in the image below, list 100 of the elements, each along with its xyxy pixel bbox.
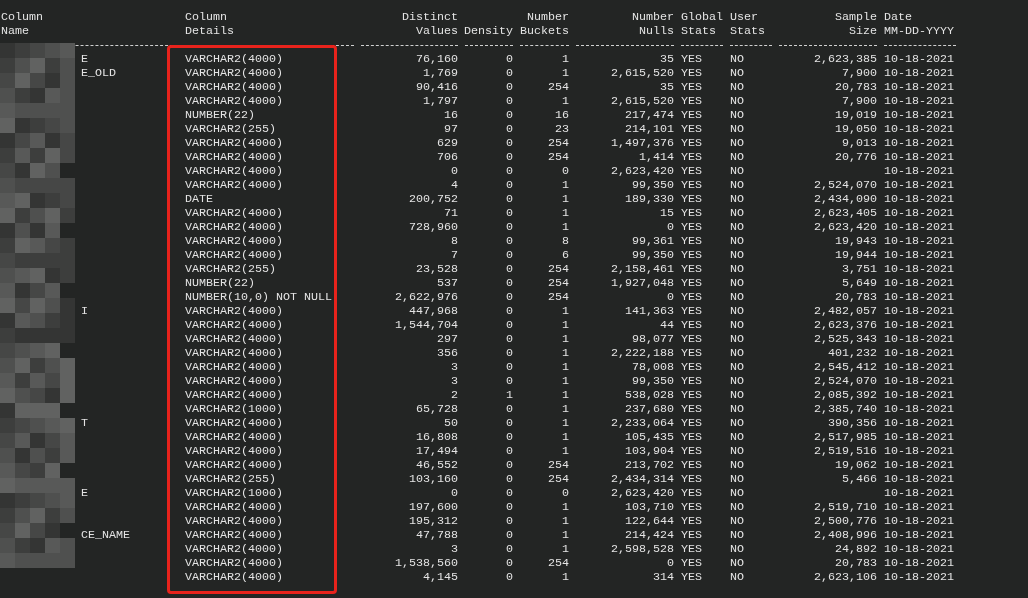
table-cell: 0: [506, 318, 513, 332]
table-cell: 10-18-2021: [884, 430, 954, 444]
table-cell: 10-18-2021: [884, 262, 954, 276]
table-cell: 10-18-2021: [884, 220, 954, 234]
table-cell: 1: [562, 542, 569, 556]
column-header: Number Buckets: [520, 10, 569, 38]
table-cell: 0: [506, 248, 513, 262]
table-cell: 1: [562, 416, 569, 430]
table-cell: 538,028: [625, 388, 674, 402]
table-cell: VARCHAR2(4000): [185, 388, 283, 402]
table-cell: 0: [451, 486, 458, 500]
table-cell: NO: [730, 360, 744, 374]
table-cell: 35: [660, 80, 674, 94]
table-cell: 0: [506, 500, 513, 514]
table-cell: YES: [681, 528, 702, 542]
table-cell: 50: [444, 416, 458, 430]
table-cell: VARCHAR2(4000): [185, 416, 283, 430]
table-cell: NUMBER(22): [185, 276, 255, 290]
table-cell: 2,525,343: [814, 332, 877, 346]
table-cell: YES: [681, 276, 702, 290]
table-cell: 2,622,976: [395, 290, 458, 304]
table-cell: 10-18-2021: [884, 472, 954, 486]
table-cell: 10-18-2021: [884, 374, 954, 388]
table-cell: 10-18-2021: [884, 402, 954, 416]
table-cell: 254: [548, 472, 569, 486]
table-cell: VARCHAR2(4000): [185, 234, 283, 248]
table-cell: 728,960: [409, 220, 458, 234]
table-cell: 0: [667, 290, 674, 304]
table-cell: VARCHAR2(4000): [185, 52, 283, 66]
table-cell: 197,600: [409, 500, 458, 514]
table-cell: 2,615,520: [611, 66, 674, 80]
column-name: E: [80, 486, 88, 500]
table-cell: NO: [730, 290, 744, 304]
table-cell: 1: [562, 570, 569, 584]
table-cell: NO: [730, 234, 744, 248]
table-cell: YES: [681, 444, 702, 458]
table-cell: 78,008: [632, 360, 674, 374]
table-cell: 1: [562, 360, 569, 374]
table-cell: 44: [660, 318, 674, 332]
table-cell: NO: [730, 262, 744, 276]
table-cell: YES: [681, 192, 702, 206]
table-cell: 537: [437, 276, 458, 290]
table-cell: NO: [730, 346, 744, 360]
table-cell: 5,466: [842, 472, 877, 486]
table-cell: YES: [681, 66, 702, 80]
table-cell: 1: [562, 444, 569, 458]
table-cell: 10-18-2021: [884, 136, 954, 150]
table-cell: 1: [562, 318, 569, 332]
table-cell: 2,158,461: [611, 262, 674, 276]
table-cell: 10-18-2021: [884, 52, 954, 66]
table-cell: 0: [506, 444, 513, 458]
table-cell: NO: [730, 94, 744, 108]
table-cell: 0: [506, 458, 513, 472]
table-cell: 47,788: [416, 528, 458, 542]
table-cell: 1,538,560: [395, 556, 458, 570]
table-cell: 3: [451, 360, 458, 374]
table-cell: 10-18-2021: [884, 416, 954, 430]
table-cell: YES: [681, 472, 702, 486]
table-cell: 23: [555, 122, 569, 136]
table-cell: 10-18-2021: [884, 458, 954, 472]
table-cell: NO: [730, 472, 744, 486]
table-cell: 0: [562, 486, 569, 500]
table-cell: NO: [730, 178, 744, 192]
table-cell: 390,356: [828, 416, 877, 430]
table-cell: YES: [681, 164, 702, 178]
table-cell: YES: [681, 542, 702, 556]
table-cell: YES: [681, 304, 702, 318]
table-cell: NO: [730, 66, 744, 80]
table-cell: YES: [681, 52, 702, 66]
table-cell: 0: [506, 108, 513, 122]
table-cell: 0: [506, 402, 513, 416]
table-cell: 2,623,420: [611, 164, 674, 178]
table-cell: 1: [562, 66, 569, 80]
table-cell: YES: [681, 136, 702, 150]
table-cell: VARCHAR2(4000): [185, 318, 283, 332]
column-header: Sample Size: [835, 10, 877, 38]
table-cell: 7: [451, 248, 458, 262]
table-cell: 0: [506, 304, 513, 318]
table-cell: 19,050: [835, 122, 877, 136]
table-cell: 2,623,405: [814, 206, 877, 220]
table-cell: 10-18-2021: [884, 150, 954, 164]
table-cell: VARCHAR2(4000): [185, 542, 283, 556]
table-cell: 2,598,528: [611, 542, 674, 556]
table-cell: 0: [506, 262, 513, 276]
table-cell: NO: [730, 500, 744, 514]
table-cell: 4: [451, 178, 458, 192]
table-cell: 20,783: [835, 556, 877, 570]
table-cell: 19,943: [835, 234, 877, 248]
table-cell: 10-18-2021: [884, 318, 954, 332]
table-cell: 10-18-2021: [884, 444, 954, 458]
table-cell: 0: [506, 122, 513, 136]
table-cell: YES: [681, 430, 702, 444]
table-cell: VARCHAR2(4000): [185, 164, 283, 178]
table-cell: 2,482,057: [814, 304, 877, 318]
table-cell: YES: [681, 388, 702, 402]
table-cell: 20,776: [835, 150, 877, 164]
table-cell: 122,644: [625, 514, 674, 528]
table-cell: 16,808: [416, 430, 458, 444]
table-cell: 103,160: [409, 472, 458, 486]
table-cell: 2,222,188: [611, 346, 674, 360]
